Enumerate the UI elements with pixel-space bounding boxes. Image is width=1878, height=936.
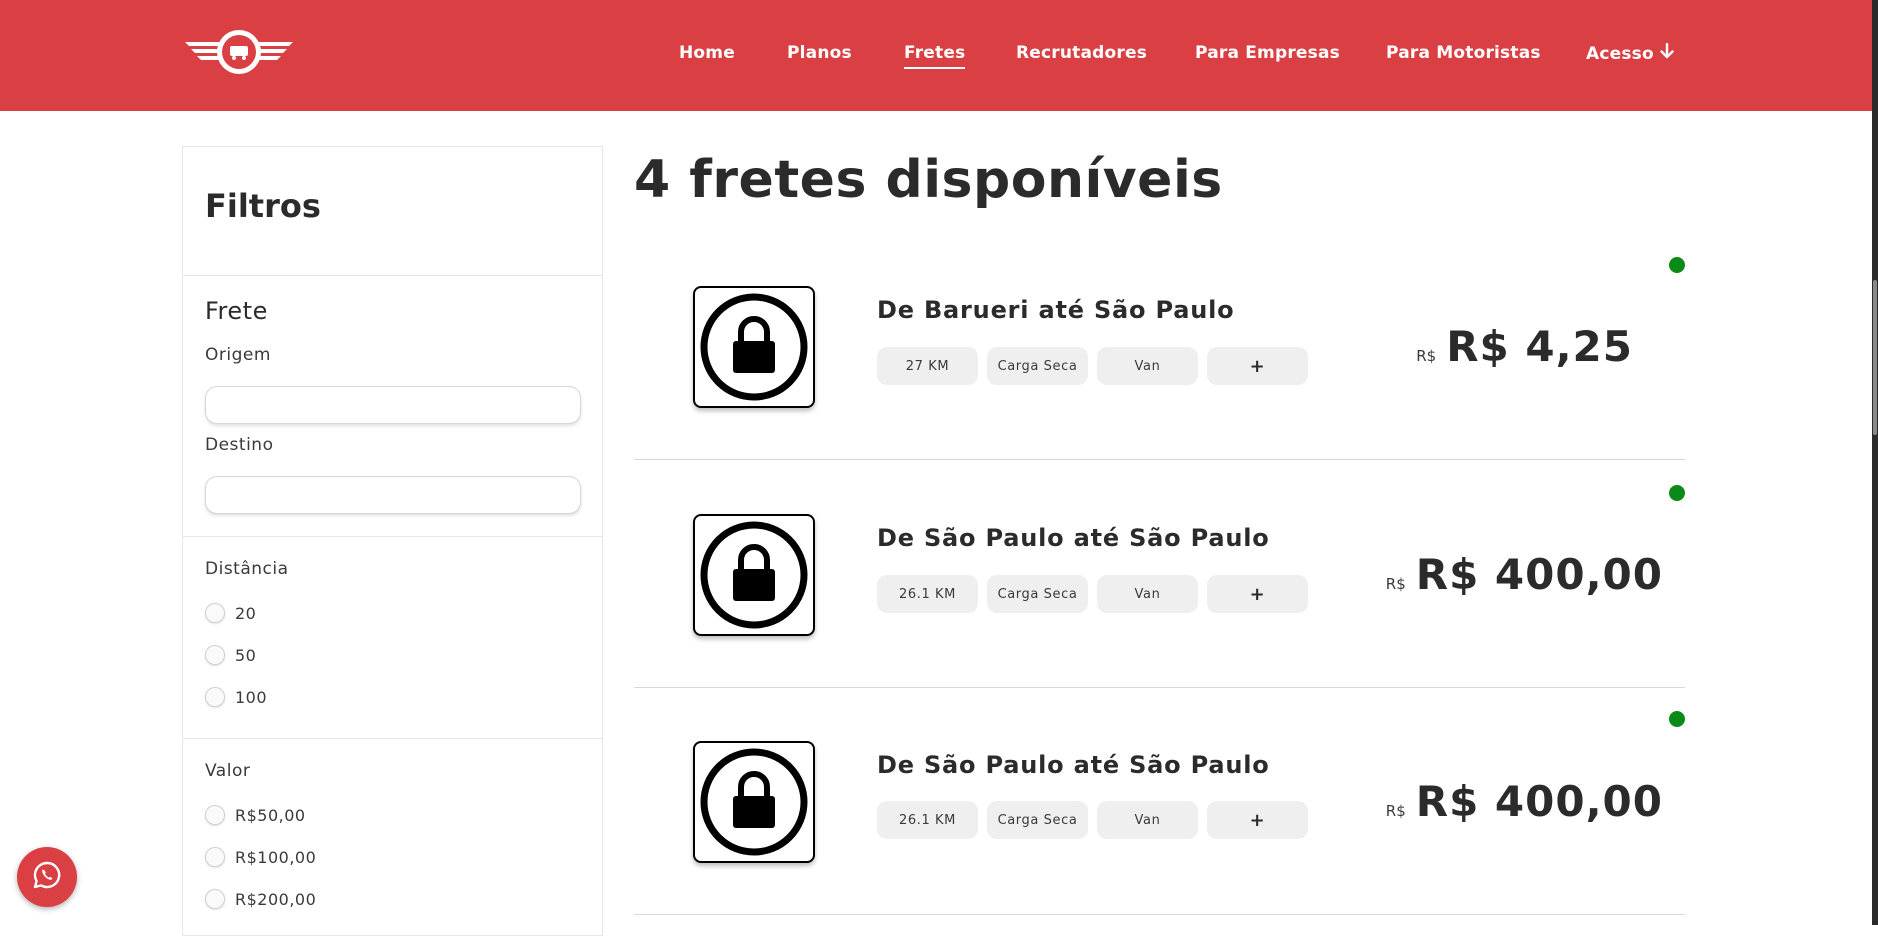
nav-planos[interactable]: Planos bbox=[787, 43, 852, 63]
price: R$ R$ 4,25 bbox=[1416, 322, 1633, 371]
whatsapp-button[interactable] bbox=[17, 847, 77, 907]
valor-option-50[interactable]: R$50,00 bbox=[205, 804, 306, 826]
status-dot bbox=[1669, 485, 1685, 501]
nav-acesso[interactable]: Acesso bbox=[1586, 42, 1674, 64]
cargo-chip: Carga Seca bbox=[987, 575, 1088, 613]
nav-fretes[interactable]: Fretes bbox=[904, 43, 966, 69]
distancia-option-50[interactable]: 50 bbox=[205, 644, 256, 666]
nav-home[interactable]: Home bbox=[679, 43, 735, 63]
page-scrollbar[interactable] bbox=[1872, 0, 1878, 925]
radio-label: 100 bbox=[235, 687, 268, 707]
lock-icon bbox=[693, 514, 815, 636]
radio-label: R$200,00 bbox=[235, 889, 317, 909]
divider bbox=[183, 738, 602, 739]
nav-para-empresas[interactable]: Para Empresas bbox=[1195, 43, 1340, 63]
cargo-chip: Carga Seca bbox=[987, 801, 1088, 839]
more-button[interactable]: + bbox=[1207, 575, 1308, 613]
nav-recrutadores[interactable]: Recrutadores bbox=[1016, 43, 1147, 63]
divider bbox=[183, 275, 602, 276]
filters-title: Filtros bbox=[205, 187, 321, 225]
vehicle-chip: Van bbox=[1097, 575, 1198, 613]
valor-title: Valor bbox=[205, 761, 251, 781]
distance-chip: 27 KM bbox=[877, 347, 978, 385]
vehicle-chip: Van bbox=[1097, 347, 1198, 385]
distancia-option-20[interactable]: 20 bbox=[205, 602, 256, 624]
arrow-down-icon bbox=[1660, 42, 1674, 64]
currency-label: R$ bbox=[1385, 575, 1406, 593]
divider bbox=[183, 536, 602, 537]
top-header: Home Planos Fretes Recrutadores Para Emp… bbox=[0, 0, 1872, 111]
radio-label: R$50,00 bbox=[235, 805, 306, 825]
currency-label: R$ bbox=[1416, 347, 1437, 365]
radio-label: 20 bbox=[235, 603, 257, 623]
price-value: R$ 400,00 bbox=[1415, 777, 1663, 826]
status-dot bbox=[1669, 257, 1685, 273]
radio-label: R$100,00 bbox=[235, 847, 317, 867]
price-value: R$ 400,00 bbox=[1415, 550, 1663, 599]
nav-acesso-label: Acesso bbox=[1586, 44, 1654, 64]
route-title: De Barueri até São Paulo bbox=[877, 296, 1235, 324]
radio-button[interactable] bbox=[205, 805, 225, 825]
more-button[interactable]: + bbox=[1207, 801, 1308, 839]
radio-button[interactable] bbox=[205, 645, 225, 665]
freight-card[interactable]: De São Paulo até São Paulo 26.1 KM Carga… bbox=[634, 687, 1685, 915]
valor-option-200[interactable]: R$200,00 bbox=[205, 888, 316, 910]
lock-icon bbox=[693, 741, 815, 863]
nav-para-motoristas[interactable]: Para Motoristas bbox=[1386, 43, 1541, 63]
route-title: De São Paulo até São Paulo bbox=[877, 751, 1270, 779]
distancia-option-100[interactable]: 100 bbox=[205, 686, 267, 708]
radio-button[interactable] bbox=[205, 889, 225, 909]
whatsapp-icon bbox=[32, 860, 62, 894]
freight-card[interactable]: De Barueri até São Paulo 27 KM Carga Sec… bbox=[634, 232, 1685, 460]
price: R$ R$ 400,00 bbox=[1386, 777, 1663, 826]
distancia-title: Distância bbox=[205, 559, 289, 579]
cargo-chip: Carga Seca bbox=[987, 347, 1088, 385]
route-title: De São Paulo até São Paulo bbox=[877, 524, 1270, 552]
filters-panel: Filtros Frete Origem Destino Distância 2… bbox=[182, 146, 603, 936]
price: R$ R$ 400,00 bbox=[1386, 550, 1663, 599]
valor-option-100[interactable]: R$100,00 bbox=[205, 846, 316, 868]
radio-button[interactable] bbox=[205, 687, 225, 707]
page-title: 4 fretes disponíveis bbox=[634, 150, 1223, 210]
radio-label: 50 bbox=[235, 645, 257, 665]
lock-icon bbox=[693, 286, 815, 408]
radio-button[interactable] bbox=[205, 603, 225, 623]
more-button[interactable]: + bbox=[1207, 347, 1308, 385]
origem-label: Origem bbox=[205, 345, 271, 365]
distance-chip: 26.1 KM bbox=[877, 801, 978, 839]
freight-card[interactable]: De São Paulo até São Paulo 26.1 KM Carga… bbox=[634, 460, 1685, 688]
price-value: R$ 4,25 bbox=[1446, 322, 1633, 371]
destino-label: Destino bbox=[205, 435, 274, 455]
currency-label: R$ bbox=[1385, 802, 1406, 820]
radio-button[interactable] bbox=[205, 847, 225, 867]
divider bbox=[634, 914, 1685, 915]
main-nav: Home Planos Fretes Recrutadores Para Emp… bbox=[0, 0, 1872, 111]
origem-input[interactable] bbox=[205, 386, 581, 424]
vehicle-chip: Van bbox=[1097, 801, 1198, 839]
scrollbar-thumb[interactable] bbox=[1873, 280, 1877, 435]
distance-chip: 26.1 KM bbox=[877, 575, 978, 613]
status-dot bbox=[1669, 711, 1685, 727]
destino-input[interactable] bbox=[205, 476, 581, 514]
frete-section-title: Frete bbox=[205, 297, 268, 325]
